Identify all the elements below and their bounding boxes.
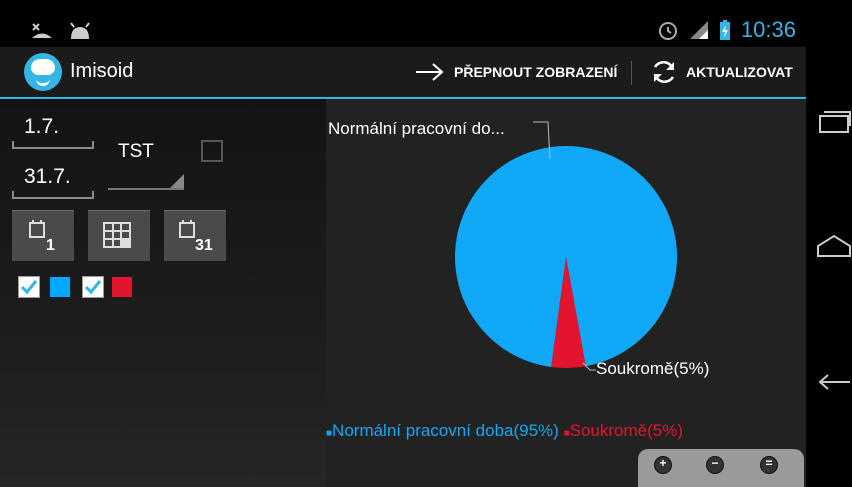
screen: 10:36 Imisoid PŘEPNOUT ZOBRAZENÍ AKTUALI…	[0, 0, 806, 487]
month-range-button[interactable]: 31	[164, 210, 226, 261]
date-from-field[interactable]: 1.7.	[12, 107, 94, 149]
date-to-value: 31.7.	[24, 165, 71, 188]
group-spinner-value[interactable]: TST	[118, 141, 154, 163]
calendar-day-icon	[29, 220, 45, 238]
recent-apps-icon[interactable]	[806, 106, 852, 136]
date-to-field[interactable]: 31.7.	[12, 157, 94, 199]
android-debug-icon	[70, 22, 90, 39]
action-divider	[631, 61, 632, 85]
calendar-week-icon	[103, 222, 131, 248]
series-red-swatch	[112, 277, 132, 297]
date-from-value: 1.7.	[24, 115, 60, 138]
back-icon[interactable]	[806, 366, 852, 396]
day-range-number: 1	[46, 237, 55, 254]
refresh-label: AKTUALIZOVAT	[686, 64, 793, 80]
home-icon[interactable]	[806, 232, 852, 262]
zoom-reset-icon[interactable]: =	[760, 456, 778, 474]
switch-view-button[interactable]: PŘEPNOUT ZOBRAZENÍ	[414, 47, 617, 97]
slice-label-private: Soukromě(5%)	[596, 359, 710, 378]
week-range-button[interactable]	[88, 210, 150, 261]
refresh-button[interactable]: AKTUALIZOVAT	[650, 47, 793, 97]
status-bar: 10:36	[0, 15, 806, 47]
day-range-button[interactable]: 1	[12, 210, 74, 261]
refresh-icon	[653, 60, 675, 84]
arrow-right-icon	[416, 63, 444, 81]
chart-area: Normální pracovní do... Soukromě(5%) ■No…	[326, 99, 806, 487]
signal-icon	[689, 21, 708, 39]
alarm-icon	[658, 22, 677, 40]
battery-charging-icon	[719, 20, 730, 40]
zoom-in-icon[interactable]: +	[654, 456, 672, 474]
navigation-bar	[806, 0, 852, 487]
series-blue-checkbox[interactable]	[18, 276, 40, 298]
clock: 10:36	[740, 17, 796, 42]
app-title: Imisoid	[70, 60, 134, 82]
zoom-out-icon[interactable]: −	[706, 456, 724, 474]
action-bar: Imisoid PŘEPNOUT ZOBRAZENÍ AKTUALIZOVAT	[0, 47, 806, 99]
checkmark-icon	[20, 280, 38, 295]
group-spinner[interactable]	[108, 188, 184, 190]
missed-notification-icon	[32, 23, 52, 38]
slice-label-normal: Normální pracovní do...	[328, 119, 505, 138]
switch-view-label: PŘEPNOUT ZOBRAZENÍ	[454, 64, 618, 80]
legend-item-normal: Normální pracovní doba(95%)	[332, 421, 559, 440]
spinner-arrow-icon	[170, 174, 184, 188]
series-blue-swatch	[50, 277, 70, 297]
zoom-controls: + − =	[638, 449, 804, 487]
series-red-checkbox[interactable]	[82, 276, 104, 298]
legend-item-private: Soukromě(5%)	[569, 421, 683, 440]
month-range-number: 31	[195, 237, 213, 254]
filter-panel: 1.7. 31.7. TST 1 31	[0, 99, 326, 487]
pie-chart	[455, 121, 678, 371]
app-logo-icon[interactable]	[24, 53, 62, 91]
chart-legend: ■Normální pracovní doba(95%) ■Soukromě(5…	[326, 421, 683, 440]
checkmark-icon	[84, 280, 102, 295]
option-checkbox[interactable]	[201, 140, 223, 162]
